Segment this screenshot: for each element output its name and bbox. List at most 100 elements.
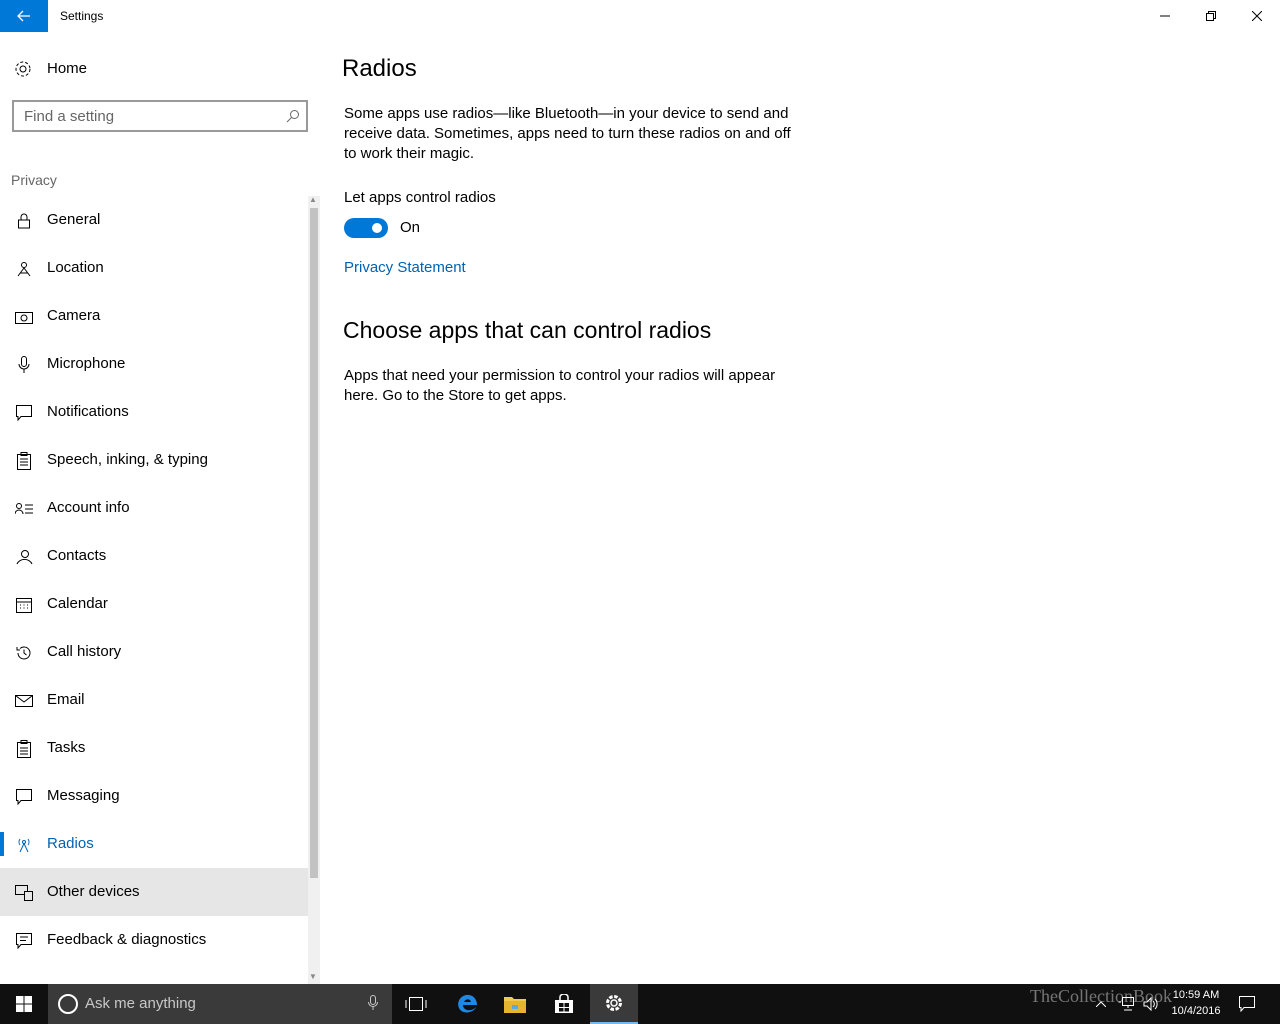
taskbar: Ask me anything TheCollectionBook 10:59 … <box>0 984 1280 1024</box>
action-center-button[interactable] <box>1236 984 1258 1024</box>
calendar-icon <box>15 596 33 614</box>
privacy-nav-list: General Location Camera Microphone Notif… <box>0 196 308 964</box>
nav-item-label: Radios <box>47 835 94 852</box>
minimize-button[interactable] <box>1142 0 1188 32</box>
edge-icon <box>458 994 477 1013</box>
gear-icon <box>606 995 622 1011</box>
network-icon <box>1118 997 1134 1011</box>
windows-logo-icon <box>16 996 32 1012</box>
call-history-icon <box>15 644 33 662</box>
selected-indicator <box>0 832 4 856</box>
sidebar-scrollbar-thumb[interactable] <box>310 208 318 878</box>
search-icon[interactable] <box>286 109 300 128</box>
chevron-up-icon <box>1096 1001 1106 1007</box>
volume-button[interactable] <box>1140 984 1162 1024</box>
nav-item-general[interactable]: General <box>0 196 308 244</box>
location-icon <box>15 260 33 278</box>
toggle-state-text: On <box>400 219 421 236</box>
nav-item-account-info[interactable]: Account info <box>0 484 308 532</box>
nav-item-location[interactable]: Location <box>0 244 308 292</box>
nav-item-messaging[interactable]: Messaging <box>0 772 308 820</box>
nav-item-other-devices[interactable]: Other devices <box>0 868 308 916</box>
network-button[interactable] <box>1115 984 1137 1024</box>
microphone-icon <box>15 356 33 374</box>
cortana-search-box[interactable]: Ask me anything <box>48 984 392 1024</box>
lock-icon <box>15 212 33 230</box>
privacy-statement-link[interactable]: Privacy Statement <box>344 259 466 276</box>
volume-icon <box>1143 997 1158 1011</box>
nav-item-feedback[interactable]: Feedback & diagnostics <box>0 916 308 964</box>
minimize-icon <box>1160 15 1170 17</box>
nav-item-speech[interactable]: Speech, inking, & typing <box>0 436 308 484</box>
toggle-knob <box>372 223 382 233</box>
app-title: Settings <box>60 9 104 23</box>
home-nav-item[interactable]: Home <box>0 54 308 84</box>
restore-button[interactable] <box>1188 0 1234 32</box>
tasks-icon <box>15 740 33 758</box>
microphone-icon[interactable] <box>368 995 378 1016</box>
file-explorer-button[interactable] <box>491 984 539 1024</box>
nav-item-label: Speech, inking, & typing <box>47 451 208 468</box>
notifications-icon <box>15 404 33 422</box>
nav-item-label: Call history <box>47 643 122 660</box>
scroll-up-icon[interactable]: ▲ <box>309 195 317 204</box>
task-view-icon <box>405 997 427 1011</box>
other-devices-icon <box>15 884 33 902</box>
nav-item-label: Account info <box>47 499 130 516</box>
email-icon <box>15 692 33 710</box>
privacy-section-label: Privacy <box>11 172 57 188</box>
taskbar-clock[interactable]: 10:59 AM 10/4/2016 <box>1160 987 1232 1019</box>
close-icon <box>1252 11 1262 21</box>
nav-item-tasks[interactable]: Tasks <box>0 724 308 772</box>
search-placeholder: Find a setting <box>24 108 115 125</box>
nav-item-label: Contacts <box>47 547 107 564</box>
nav-item-email[interactable]: Email <box>0 676 308 724</box>
cortana-icon <box>58 994 78 1014</box>
nav-item-call-history[interactable]: Call history <box>0 628 308 676</box>
nav-item-label: Camera <box>47 307 101 324</box>
section-title: Choose apps that can control radios <box>343 317 712 343</box>
nav-item-label: Microphone <box>47 355 126 372</box>
messaging-icon <box>15 788 33 806</box>
close-button[interactable] <box>1234 0 1280 32</box>
nav-item-label: Notifications <box>47 403 129 420</box>
contacts-icon <box>15 548 33 566</box>
nav-item-label: Calendar <box>47 595 108 612</box>
cortana-placeholder: Ask me anything <box>85 995 196 1012</box>
folder-icon <box>504 997 526 1013</box>
gear-icon <box>14 60 32 83</box>
nav-item-notifications[interactable]: Notifications <box>0 388 308 436</box>
nav-item-label: Messaging <box>47 787 120 804</box>
toggle-label: Let apps control radios <box>344 189 496 206</box>
nav-item-label: Other devices <box>47 883 140 900</box>
nav-item-label: General <box>47 211 101 228</box>
account-info-icon <box>15 500 33 518</box>
edge-button[interactable] <box>443 984 491 1024</box>
page-title: Radios <box>342 55 417 82</box>
nav-item-contacts[interactable]: Contacts <box>0 532 308 580</box>
sidebar: Home Find a setting Privacy General Loca… <box>0 32 320 984</box>
section-description: Apps that need your permission to contro… <box>344 367 776 404</box>
clock-date: 10/4/2016 <box>1171 1005 1221 1017</box>
scroll-down-icon[interactable]: ▼ <box>309 972 317 981</box>
nav-item-microphone[interactable]: Microphone <box>0 340 308 388</box>
back-button[interactable] <box>0 0 48 32</box>
show-hidden-icons-button[interactable] <box>1092 984 1110 1024</box>
feedback-icon <box>15 932 33 950</box>
nav-item-radios[interactable]: Radios <box>0 820 308 868</box>
nav-item-calendar[interactable]: Calendar <box>0 580 308 628</box>
back-arrow-icon <box>17 10 30 22</box>
start-button[interactable] <box>0 984 48 1024</box>
title-bar: Settings <box>0 0 1280 32</box>
store-button[interactable] <box>540 984 588 1024</box>
radios-toggle-switch[interactable] <box>344 218 388 238</box>
clock-time: 10:59 AM <box>1172 989 1220 1001</box>
radios-icon <box>15 836 33 854</box>
task-view-button[interactable] <box>392 984 440 1024</box>
nav-item-label: Tasks <box>47 739 86 756</box>
restore-icon <box>1206 11 1216 21</box>
page-description: Some apps use radios—like Bluetooth—in y… <box>344 105 791 162</box>
settings-taskbar-button[interactable] <box>590 984 638 1024</box>
nav-item-camera[interactable]: Camera <box>0 292 308 340</box>
search-field[interactable]: Find a setting <box>12 100 308 132</box>
